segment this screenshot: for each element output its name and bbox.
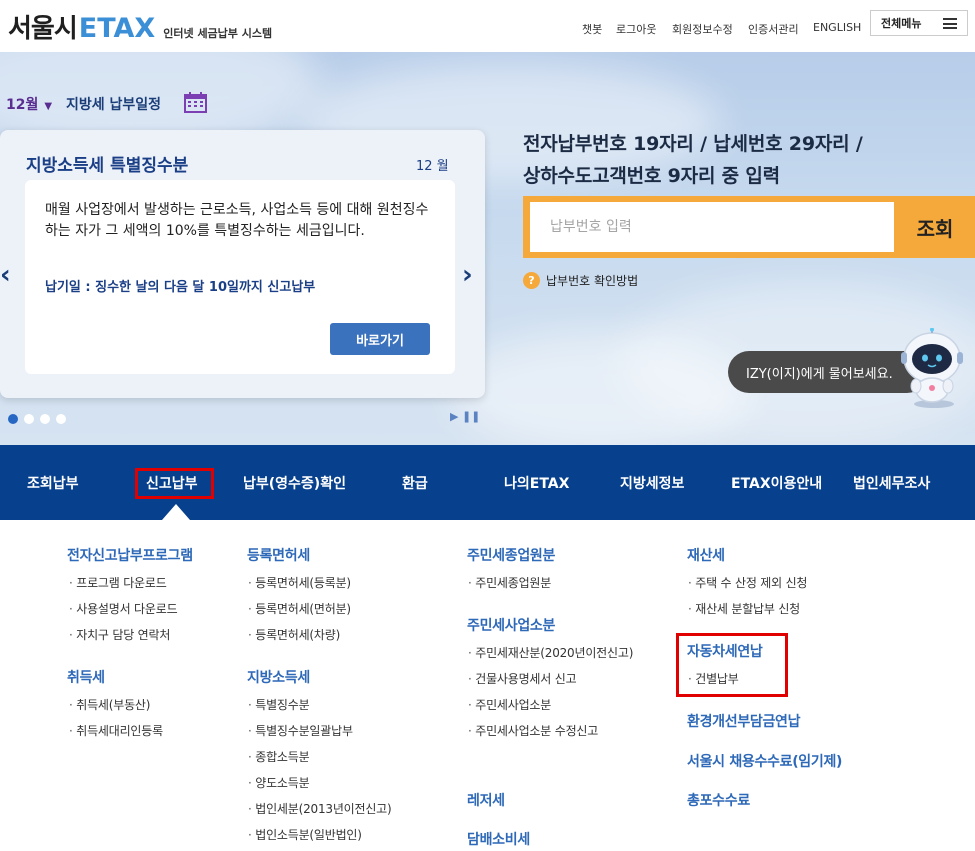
nav-item-inquiry-payment[interactable]: 조회납부 [27, 445, 79, 520]
carousel-dot[interactable] [40, 414, 50, 424]
all-menu-label: 전체메뉴 [881, 17, 922, 30]
go-button[interactable]: 바로가기 [330, 323, 430, 355]
menu-item[interactable]: 취득세대리인등록 [69, 722, 163, 739]
menu-item[interactable]: 사용설명서 다운로드 [69, 600, 177, 617]
sub-menu-panel: 전자신고납부프로그램 프로그램 다운로드 사용설명서 다운로드 자치구 담당 연… [0, 520, 975, 851]
menu-item[interactable]: 종합소득분 [248, 748, 309, 765]
menu-heading-registration-tax[interactable]: 등록면허세 [247, 545, 310, 565]
menu-item[interactable]: 주민세사업소분 수정신고 [468, 722, 598, 739]
menu-item[interactable]: 자치구 담당 연락처 [69, 626, 170, 643]
nav-item-corporate-audit[interactable]: 법인세무조사 [853, 445, 930, 520]
main-navigation: 조회납부 신고납부 납부(영수증)확인 환급 나의ETAX 지방세정보 ETAX… [0, 445, 975, 520]
card-title: 지방소득세 특별징수분 [26, 156, 189, 176]
menu-item[interactable]: 주택 수 산정 제외 신청 [688, 574, 807, 591]
menu-heading-leisure-tax[interactable]: 레저세 [467, 790, 505, 810]
carousel-dot[interactable] [56, 414, 66, 424]
search-title-line2: 상하수도고객번호 9자리 중 입력 [523, 165, 780, 187]
site-logo[interactable]: 서울시 ETAX 인터넷 세금납부 시스템 [8, 8, 272, 45]
nav-item-etax-guide[interactable]: ETAX이용안내 [731, 445, 822, 520]
menu-item[interactable]: 양도소득분 [248, 774, 309, 791]
menu-heading-acquisition-tax[interactable]: 취득세 [67, 667, 105, 687]
menu-item[interactable]: 프로그램 다운로드 [69, 574, 167, 591]
menu-heading-recruitment-fee[interactable]: 서울시 채용수수료(임기제) [687, 751, 842, 771]
nav-item-local-tax-info[interactable]: 지방세정보 [620, 445, 684, 520]
search-button[interactable]: 조회 [895, 196, 975, 258]
highlight-box [676, 633, 788, 697]
util-link-logout[interactable]: 로그아웃 [616, 21, 656, 37]
menu-item[interactable]: 등록면허세(면허분) [248, 600, 351, 617]
logo-kr: 서울시 [8, 14, 78, 44]
logo-subtitle: 인터넷 세금납부 시스템 [163, 27, 273, 40]
nav-highlight-box [135, 468, 214, 499]
question-icon: ? [523, 272, 540, 289]
payment-number-help-link[interactable]: ? 납부번호 확인방법 [523, 272, 638, 289]
carousel-dot[interactable] [24, 414, 34, 424]
util-link-english[interactable]: ENGLISH [813, 21, 861, 34]
tax-info-card: 지방소득세 특별징수분 12 월 매월 사업장에서 발생하는 근로소득, 사업소… [0, 130, 485, 398]
card-body: 매월 사업장에서 발생하는 근로소득, 사업소득 등에 대해 원천징수 하는 자… [25, 180, 455, 374]
calendar-icon[interactable] [184, 92, 207, 113]
menu-heading-firearm-fee[interactable]: 총포수수료 [687, 790, 750, 810]
util-link-certificate[interactable]: 인증서관리 [748, 21, 799, 37]
month-selector-value: 12월 [6, 97, 39, 113]
search-box: 조회 [523, 196, 975, 258]
util-link-chatbot[interactable]: 챗봇 [582, 21, 602, 37]
chevron-down-icon: ▼ [44, 101, 53, 112]
menu-item[interactable]: 재산세 분할납부 신청 [688, 600, 800, 617]
menu-item[interactable]: 주민세재산분(2020년이전신고) [468, 644, 633, 661]
play-pause-icon[interactable]: ▶ ❚❚ [450, 410, 480, 423]
search-title: 전자납부번호 19자리 / 납세번호 29자리 / 상하수도고객번호 9자리 중… [523, 128, 863, 192]
menu-item[interactable]: 등록면허세(등록분) [248, 574, 351, 591]
menu-item[interactable]: 등록면허세(차량) [248, 626, 340, 643]
nav-item-my-etax[interactable]: 나의ETAX [504, 445, 569, 520]
menu-item[interactable]: 주민세종업원분 [468, 574, 551, 591]
header: 서울시 ETAX 인터넷 세금납부 시스템 챗봇 로그아웃 회원정보수정 인증서… [0, 0, 975, 52]
menu-item[interactable]: 법인소득분(일반법인) [248, 826, 362, 843]
menu-heading-local-income-tax[interactable]: 지방소득세 [247, 667, 310, 687]
card-due-date: 납기일 : 징수한 날의 다음 달 10일까지 신고납부 [45, 280, 316, 295]
nav-active-pointer [162, 504, 190, 520]
util-link-member-info[interactable]: 회원정보수정 [672, 21, 733, 37]
chevron-right-icon[interactable]: › [462, 260, 473, 290]
nav-item-receipt-check[interactable]: 납부(영수증)확인 [243, 445, 346, 520]
chevron-left-icon[interactable]: ‹ [0, 260, 11, 290]
menu-item[interactable]: 특별징수분일괄납부 [248, 722, 353, 739]
all-menu-button[interactable]: 전체메뉴 [870, 10, 968, 36]
hero-section: 12월 ▼ 지방세 납부일정 지방소득세 특별징수분 12 월 매월 사업장에서 … [0, 52, 975, 445]
menu-heading-environment-charge[interactable]: 환경개선부담금연납 [687, 711, 801, 731]
menu-item[interactable]: 건물사용명세서 신고 [468, 670, 576, 687]
chatbot-robot-icon[interactable] [896, 328, 968, 412]
month-selector[interactable]: 12월 ▼ [6, 94, 52, 114]
menu-item[interactable]: 주민세사업소분 [468, 696, 551, 713]
tax-schedule-label: 지방세 납부일정 [66, 97, 162, 113]
carousel-dots [8, 414, 66, 424]
menu-item[interactable]: 특별징수분 [248, 696, 309, 713]
search-title-line1: 전자납부번호 19자리 / 납세번호 29자리 / [523, 133, 863, 155]
card-month: 12 월 [416, 159, 449, 174]
menu-heading-property-tax[interactable]: 재산세 [687, 545, 725, 565]
menu-heading-resident-employee-tax[interactable]: 주민세종업원분 [467, 545, 555, 565]
menu-heading-resident-business-tax[interactable]: 주민세사업소분 [467, 615, 555, 635]
nav-item-refund[interactable]: 환급 [402, 445, 428, 520]
hamburger-icon [943, 18, 957, 29]
card-description: 매월 사업장에서 발생하는 근로소득, 사업소득 등에 대해 원천징수 하는 자… [45, 202, 429, 239]
payment-number-input[interactable] [530, 202, 894, 252]
menu-heading-tobacco-tax[interactable]: 담배소비세 [467, 829, 530, 849]
help-label: 납부번호 확인방법 [546, 274, 639, 288]
menu-item[interactable]: 취득세(부동산) [69, 696, 150, 713]
carousel-dot[interactable] [8, 414, 18, 424]
logo-en: ETAX [78, 13, 156, 44]
menu-item[interactable]: 법인세분(2013년이전신고) [248, 800, 391, 817]
menu-heading-etax-program[interactable]: 전자신고납부프로그램 [67, 545, 193, 565]
